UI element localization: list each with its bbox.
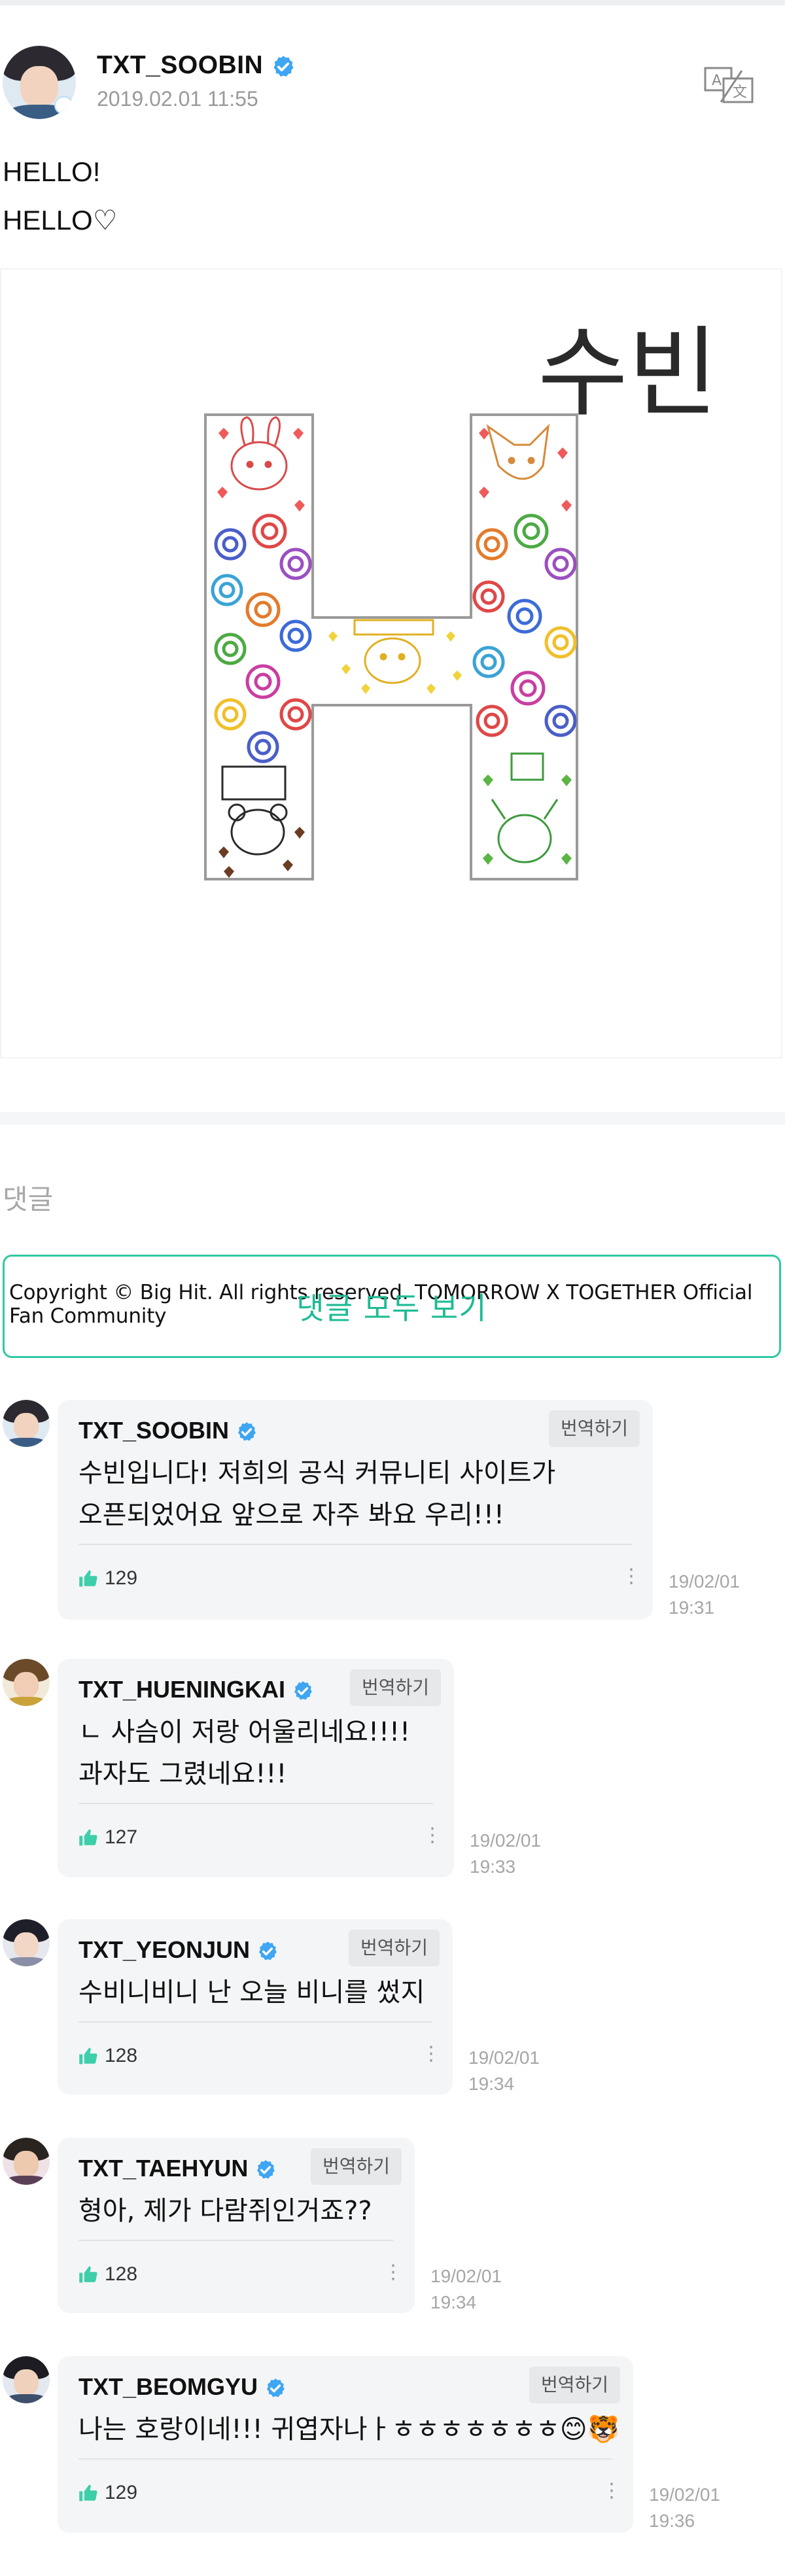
comment-separator — [78, 2240, 394, 2241]
post-body: HELLO! HELLO♡ — [3, 148, 117, 245]
verified-badge-icon — [273, 56, 294, 77]
like-icon[interactable] — [78, 1569, 98, 1588]
comment-avatar[interactable] — [3, 1400, 50, 1447]
comment-text: ㄴ 사슴이 저랑 어울리네요!!!! 과자도 그렸네요!!! — [78, 1711, 410, 1795]
comment-author[interactable]: TXT_HUENINGKAI — [78, 1676, 314, 1703]
comment-bubble: TXT_SOOBIN 번역하기 수빈입니다! 저희의 공식 커뮤니티 사이트가오… — [58, 1400, 653, 1620]
translate-button[interactable]: 번역하기 — [529, 2367, 620, 2403]
comment-text-line: 수비니비니 난 오늘 비니를 썼지 — [78, 1977, 425, 2008]
comment-separator — [78, 1803, 433, 1804]
comment-separator — [78, 2021, 432, 2023]
like-icon[interactable] — [78, 2265, 98, 2284]
comment-author[interactable]: TXT_SOOBIN — [78, 1417, 258, 1444]
verified-badge-icon — [267, 2378, 285, 2397]
comment-text-line: 오픈되었어요 앞으로 자주 봐요 우리!!! — [78, 1500, 504, 1530]
comment-separator — [78, 2458, 612, 2460]
comment-separator — [78, 1544, 632, 1545]
like-count: 128 — [105, 2045, 138, 2066]
verified-badge-icon — [238, 1422, 256, 1441]
verified-badge-icon — [257, 2160, 275, 2179]
comment-text-line: ㄴ 사슴이 저랑 어울리네요!!!! — [78, 1717, 411, 1747]
like-count: 129 — [105, 1567, 138, 1589]
comment-text-line: 과자도 그렸네요!!! — [78, 1759, 287, 1789]
comments-label: 댓글 — [3, 1184, 54, 1215]
post-author[interactable]: TXT_SOOBIN — [97, 51, 296, 80]
section-divider — [0, 1112, 785, 1125]
comment-bubble: TXT_BEOMGYU 번역하기 나는 호랑이네!!! 귀엽자나ㅏㅎㅎㅎㅎㅎㅎㅎ… — [58, 2356, 633, 2533]
comment-text-line: 나는 호랑이네!!! 귀엽자나ㅏㅎㅎㅎㅎㅎㅎㅎ😊🐯 — [78, 2414, 620, 2445]
comment-avatar[interactable] — [3, 2138, 50, 2185]
like-button[interactable]: 128 — [78, 2045, 137, 2067]
more-options-icon[interactable]: ⋮ — [383, 2261, 403, 2284]
more-options-icon[interactable]: ⋮ — [421, 2042, 441, 2065]
translate-button[interactable]: 번역하기 — [349, 1669, 441, 1706]
translate-icon[interactable]: A 文 — [704, 65, 754, 105]
comment-timestamp: 19/02/01 19:33 — [470, 1830, 541, 1877]
verified-badge-icon — [294, 1681, 312, 1700]
comment-bubble: TXT_HUENINGKAI 번역하기 ㄴ 사슴이 저랑 어울리네요!!!! 과자… — [58, 1659, 454, 1877]
comment-text-line: 형아, 제가 다람쥐인거죠?? — [78, 2196, 372, 2226]
like-button[interactable]: 127 — [78, 1826, 137, 1849]
post-date: 2019.02.01 11:55 — [97, 87, 258, 111]
comment-bubble: TXT_YEONJUN 번역하기 수비니비니 난 오늘 비니를 썼지 128 ⋮ — [58, 1919, 453, 2095]
translate-button[interactable]: 번역하기 — [548, 1410, 640, 1447]
comment-text: 형아, 제가 다람쥐인거죠?? — [78, 2190, 372, 2232]
comment-timestamp: 19/02/01 19:34 — [430, 2266, 502, 2312]
like-button[interactable]: 129 — [78, 1567, 137, 1590]
like-count: 129 — [105, 2482, 138, 2503]
comment-avatar[interactable] — [3, 2356, 50, 2403]
comment-text: 수비니비니 난 오늘 비니를 썼지 — [78, 1972, 425, 2013]
like-icon[interactable] — [78, 2484, 98, 2502]
comment-timestamp: 19/02/01 19:36 — [649, 2484, 720, 2531]
svg-text:A: A — [712, 73, 722, 89]
comment-text: 수빈입니다! 저희의 공식 커뮤니티 사이트가오픈되었어요 앞으로 자주 봐요 … — [78, 1452, 555, 1536]
like-count: 127 — [105, 1826, 138, 1848]
like-button[interactable]: 128 — [78, 2263, 137, 2286]
comment-bubble: TXT_TAEHYUN 번역하기 형아, 제가 다람쥐인거죠?? 128 ⋮ — [58, 2138, 415, 2313]
h-letter-drawing: 수빈 — [204, 317, 718, 880]
like-icon[interactable] — [78, 1828, 98, 1847]
translate-button[interactable]: 번역하기 — [348, 1930, 440, 1966]
svg-text:文: 文 — [733, 84, 747, 101]
comment-text: 나는 호랑이네!!! 귀엽자나ㅏㅎㅎㅎㅎㅎㅎㅎ😊🐯 — [78, 2409, 619, 2450]
post-image[interactable]: 수빈 Copyright © Big Hit. All rights reser… — [0, 268, 782, 1328]
post-line: HELLO! — [3, 156, 101, 187]
verified-badge-icon — [259, 1941, 277, 1960]
post-line: HELLO♡ — [3, 205, 118, 235]
more-options-icon[interactable]: ⋮ — [602, 2479, 621, 2502]
like-icon[interactable] — [78, 2047, 98, 2065]
handwriting-name: 수빈 — [538, 317, 718, 430]
comment-avatar[interactable] — [3, 1919, 50, 1966]
comment-author[interactable]: TXT_YEONJUN — [78, 1936, 279, 1964]
view-all-comments-button[interactable]: 댓글 모두 보기 — [3, 1255, 781, 1358]
comment-author[interactable]: TXT_TAEHYUN — [78, 2155, 277, 2182]
like-button[interactable]: 129 — [78, 2482, 137, 2504]
more-options-icon[interactable]: ⋮ — [423, 1824, 442, 1847]
more-options-icon[interactable]: ⋮ — [621, 1565, 641, 1588]
author-avatar[interactable] — [3, 46, 76, 119]
comment-author[interactable]: TXT_BEOMGYU — [78, 2373, 287, 2401]
top-divider — [0, 0, 785, 5]
translate-button[interactable]: 번역하기 — [310, 2148, 402, 2185]
comment-avatar[interactable] — [3, 1659, 50, 1706]
like-count: 128 — [105, 2263, 138, 2285]
comment-timestamp: 19/02/01 19:34 — [468, 2047, 540, 2094]
comment-text-line: 수빈입니다! 저희의 공식 커뮤니티 사이트가 — [78, 1458, 556, 1488]
comment-timestamp: 19/02/01 19:31 — [669, 1571, 740, 1618]
